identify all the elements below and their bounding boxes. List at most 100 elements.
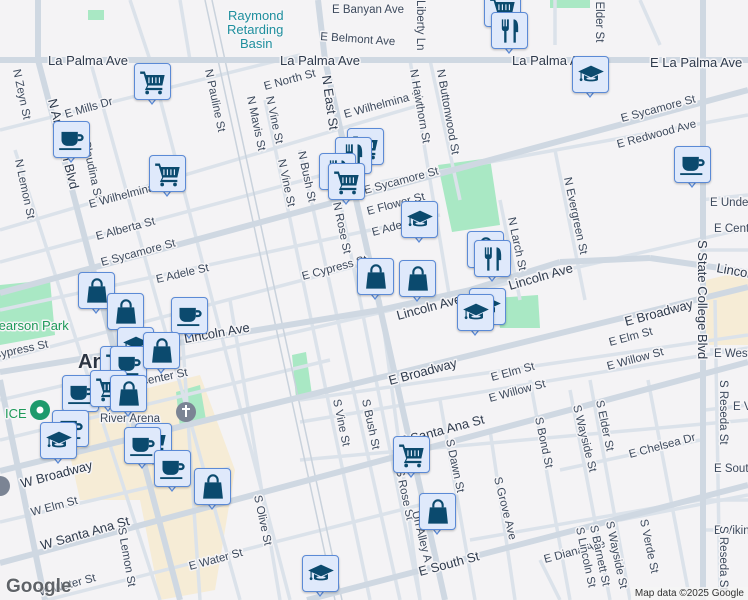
street-label: S Verde St (637, 518, 660, 575)
street-line (128, 0, 152, 61)
marker-box (194, 468, 231, 505)
street-label: La Palma Ave (280, 53, 360, 68)
street-line (538, 559, 562, 600)
street-label: E Adele St (155, 262, 211, 286)
street-label: La Palma Ave (48, 53, 128, 68)
poi-marker-restaurant[interactable] (474, 240, 511, 285)
poi-marker-shopping-cart[interactable] (393, 436, 430, 481)
coffee-cup-icon (58, 126, 86, 154)
poi-marker-education[interactable] (572, 56, 609, 101)
marker-box (401, 201, 438, 238)
street-label: N Lemon St (12, 158, 37, 221)
street-line (178, 0, 192, 61)
fork-knife-icon (479, 245, 507, 273)
street-label: S State College Blvd (695, 240, 710, 359)
shopping-bag-icon (115, 380, 143, 408)
coffee-cup-icon (129, 432, 157, 460)
google-logo: Google (6, 576, 72, 597)
shopping-bag-icon (424, 498, 452, 526)
marker-box (171, 297, 208, 334)
street-label: N Evergreen St (561, 176, 589, 256)
marker-box (572, 56, 609, 93)
graduation-cap-icon (307, 560, 335, 588)
marker-box (154, 450, 191, 487)
street-label: N Vine St (263, 95, 285, 146)
street-label: E Broadway (623, 296, 695, 329)
street-label: S Bond St (532, 416, 555, 470)
marker-box (40, 422, 77, 459)
marker-box (491, 12, 528, 49)
street-label: E Center St (714, 223, 748, 235)
poi-marker-shopping-bag[interactable] (110, 375, 147, 420)
street-label: N Zeyn St (10, 68, 33, 121)
marker-box (357, 258, 394, 295)
shopping-bag-icon (404, 265, 432, 293)
park-green-4 (292, 352, 312, 398)
street-label: Liberty Ln (414, 0, 426, 51)
poi-marker-shopping-bag[interactable] (399, 260, 436, 305)
poi-marker-shopping-cart[interactable] (134, 63, 171, 108)
water-label: Basin (240, 36, 273, 51)
marker-box (53, 121, 90, 158)
major-road-line (306, 482, 748, 600)
poi-marker-education[interactable] (401, 201, 438, 246)
graduation-cap-icon (45, 427, 73, 455)
street-label: E Sycamore St (100, 237, 178, 269)
campus-area (706, 270, 748, 345)
map-attribution[interactable]: Map data ©2025 Google (630, 587, 748, 600)
street-label: E Westport Dr (714, 348, 748, 360)
shopping-bag-icon (199, 473, 227, 501)
shopping-cart-icon (139, 68, 167, 96)
street-label: E Elm St (608, 326, 655, 349)
shopping-cart-icon (398, 441, 426, 469)
coffee-cup-icon (159, 455, 187, 483)
poi-marker-cafe[interactable] (674, 146, 711, 191)
street-label: E North St (263, 67, 318, 93)
church-poi-pin[interactable] (176, 402, 196, 422)
poi-marker-education[interactable] (40, 422, 77, 467)
marker-box (149, 155, 186, 192)
poi-marker-shopping-cart[interactable] (149, 155, 186, 200)
street-label: S Grove Ave (491, 476, 518, 541)
poi-marker-education[interactable] (302, 555, 339, 600)
street-label: S Wayside St (570, 404, 598, 474)
poi-marker-shopping-bag[interactable] (194, 468, 231, 513)
poi-marker-shopping-bag[interactable] (143, 332, 180, 377)
marker-box (134, 63, 171, 100)
ice-poi-pin[interactable] (30, 400, 50, 420)
park-green-5 (88, 10, 104, 20)
street-line (638, 0, 662, 46)
street-label: N Pauline St (202, 68, 227, 134)
poi-marker-shopping-bag[interactable] (357, 258, 394, 303)
street-label: N East St (319, 74, 342, 131)
shopping-cart-icon (154, 160, 182, 188)
poi-marker-shopping-bag[interactable] (419, 493, 456, 538)
coffee-cup-icon (176, 302, 204, 330)
poi-marker-education[interactable] (457, 294, 494, 339)
coffee-cup-icon (679, 151, 707, 179)
street-label: S Reseda St (717, 526, 729, 591)
water-label: Raymond (228, 8, 284, 23)
poi-marker-restaurant[interactable] (491, 12, 528, 57)
major-road-line (559, 255, 651, 265)
poi-marker-shopping-cart[interactable] (328, 163, 365, 208)
street-label: E Underhill Ave (710, 197, 748, 209)
major-road-line (315, 0, 328, 61)
shopping-bag-icon (148, 337, 176, 365)
poi-marker-cafe[interactable] (154, 450, 191, 495)
street-label: E Belmont Ave (320, 31, 396, 48)
marker-box (393, 436, 430, 473)
street-label: E Banyan Ave (332, 4, 404, 16)
marker-box (328, 163, 365, 200)
marker-box (419, 493, 456, 530)
shopping-bag-icon (362, 263, 390, 291)
shopping-bag-icon (112, 298, 140, 326)
marker-box (143, 332, 180, 369)
street-label: S Elder St (593, 399, 616, 453)
map-view[interactable]: Raymond Retarding Basin Pearson Park Ana… (0, 0, 748, 600)
poi-marker-cafe[interactable] (53, 121, 90, 166)
poi-pin-gray[interactable] (0, 476, 10, 496)
street-label: E Vine St (733, 401, 748, 413)
graduation-cap-icon (462, 299, 490, 327)
street-label: S Lemon St (115, 526, 137, 588)
